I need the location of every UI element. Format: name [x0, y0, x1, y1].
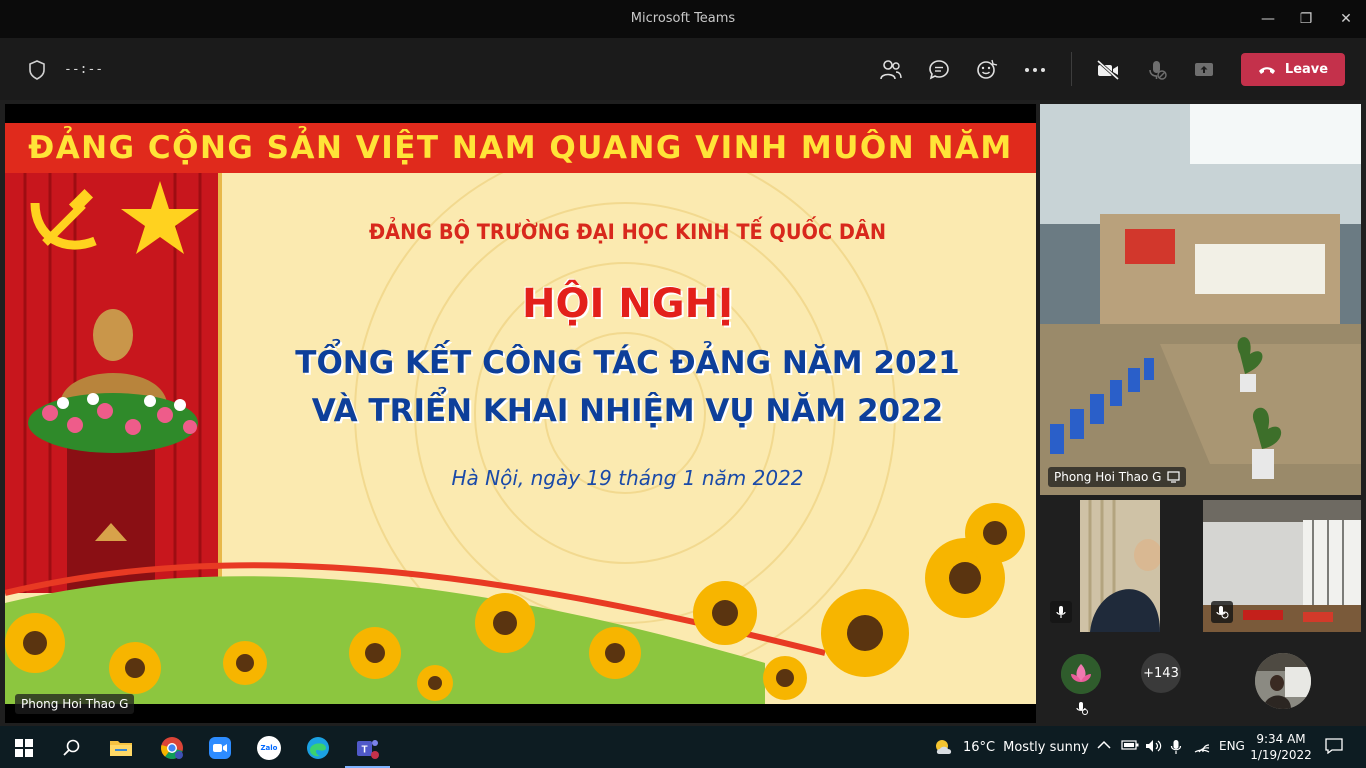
clock-date: 1/19/2022: [1250, 748, 1312, 762]
lotus-avatar-image: [1061, 654, 1101, 694]
language-indicator[interactable]: ENG: [1219, 739, 1245, 753]
participant-avatar[interactable]: [1255, 653, 1311, 709]
chrome-icon: [161, 737, 183, 759]
weather-widget[interactable]: 16°C Mostly sunny: [933, 738, 1089, 756]
folder-icon: [110, 741, 132, 756]
presenter-name-label: Phong Hoi Thao G: [15, 694, 135, 714]
notification-center-button[interactable]: [1325, 738, 1343, 757]
start-button[interactable]: [11, 735, 37, 761]
slide-title-line-2: VÀ TRIỂN KHAI NHIỆM VỤ NĂM 2022: [311, 393, 944, 429]
clock-time: 9:34 AM: [1256, 732, 1306, 746]
leave-button[interactable]: Leave: [1241, 53, 1345, 86]
mic-icon: [1056, 606, 1066, 618]
reactions-icon: [977, 59, 998, 79]
taskbar-zalo[interactable]: Zalo: [256, 735, 282, 761]
microphone-indicator[interactable]: [1170, 739, 1182, 758]
slide-heading: HỘI NGHỊ: [522, 281, 733, 327]
windows-logo-icon: [15, 739, 33, 757]
participant-video-tile[interactable]: [1080, 500, 1160, 632]
title-bar: Microsoft Teams — ❐ ✕: [0, 0, 1366, 38]
camera-off-icon: [1096, 59, 1120, 81]
windows-taskbar: Zalo T 16°C Mostly sunny ENG 9:34 AM 1/1…: [0, 726, 1366, 768]
mic-off-icon: [1216, 606, 1229, 619]
participants-button[interactable]: [877, 56, 905, 84]
taskbar-clock[interactable]: 9:34 AM 1/19/2022: [1248, 731, 1314, 763]
taskbar-edge[interactable]: [305, 735, 331, 761]
slide-canvas: ĐẢNG CỘNG SẢN VIỆT NAM QUANG VINH MUÔN N…: [5, 123, 1036, 704]
restore-button[interactable]: ❐: [1294, 8, 1318, 30]
participant-video-main[interactable]: Phong Hoi Thao G: [1040, 104, 1361, 495]
taskbar-file-explorer[interactable]: [108, 735, 134, 761]
zalo-icon: Zalo: [257, 736, 281, 760]
shared-screen-icon: [1167, 471, 1181, 483]
slide-organization: ĐẢNG BỘ TRƯỜNG ĐẠI HỌC KINH TẾ QUỐC DÂN: [368, 220, 887, 244]
taskbar-chrome[interactable]: [159, 735, 185, 761]
more-participants-button[interactable]: +143: [1141, 653, 1181, 693]
chevron-up-icon: [1097, 740, 1111, 749]
participant-mic-button[interactable]: [1050, 601, 1072, 623]
search-button[interactable]: [59, 735, 85, 761]
meeting-control-bar: --:-- Leave: [0, 38, 1366, 100]
meeting-stage: ĐẢNG CỘNG SẢN VIỆT NAM QUANG VINH MUÔN N…: [0, 100, 1366, 726]
slide-banner: ĐẢNG CỘNG SẢN VIỆT NAM QUANG VINH MUÔN N…: [5, 123, 1036, 173]
people-icon: [880, 60, 902, 80]
hang-up-icon: [1258, 66, 1275, 74]
share-icon: [1195, 63, 1213, 76]
more-actions-button[interactable]: [1021, 56, 1049, 84]
reactions-button[interactable]: [973, 56, 1001, 84]
shield-icon[interactable]: [28, 60, 46, 80]
more-icon: [1025, 68, 1045, 72]
slide-banner-text: ĐẢNG CỘNG SẢN VIỆT NAM QUANG VINH MUÔN N…: [28, 130, 1013, 166]
edge-icon: [307, 737, 329, 759]
toolbar-divider: [1071, 52, 1072, 86]
search-icon: [63, 739, 80, 756]
slide-title-line-1: TỔNG KẾT CÔNG TÁC ĐẢNG NĂM 2021: [295, 345, 960, 381]
svg-text:T: T: [361, 745, 367, 756]
battery-icon: [1121, 740, 1139, 750]
mic-icon: [1170, 740, 1182, 754]
taskbar-zoom[interactable]: [207, 735, 233, 761]
taskbar-teams[interactable]: T: [355, 735, 381, 761]
show-hidden-icons-button[interactable]: [1097, 739, 1111, 753]
shared-content[interactable]: ĐẢNG CỘNG SẢN VIỆT NAM QUANG VINH MUÔN N…: [5, 104, 1036, 723]
meeting-timer: --:--: [64, 62, 104, 77]
slide-date: Hà Nội, ngày 19 tháng 1 năm 2022: [451, 466, 804, 490]
participant-name-label: Phong Hoi Thao G: [1048, 467, 1187, 487]
camera-toggle-button[interactable]: [1094, 56, 1122, 84]
battery-indicator[interactable]: [1121, 739, 1139, 754]
sun-cloud-icon: [936, 740, 952, 754]
leave-button-label: Leave: [1284, 62, 1329, 77]
zoom-icon: [209, 737, 231, 759]
participant-avatar[interactable]: [1061, 654, 1101, 694]
teams-icon: T: [357, 740, 379, 759]
notification-icon: [1325, 738, 1343, 755]
chat-icon: [929, 60, 949, 80]
mic-off-icon: [1076, 702, 1088, 715]
person-video: [1080, 500, 1160, 632]
volume-indicator[interactable]: [1145, 739, 1163, 756]
speaker-icon: [1146, 740, 1162, 752]
conference-room-video: [1040, 104, 1361, 495]
wifi-icon: [1194, 744, 1210, 753]
network-indicator[interactable]: [1194, 739, 1210, 756]
close-button[interactable]: ✕: [1334, 8, 1358, 30]
mic-off-icon: [1149, 61, 1167, 80]
chat-button[interactable]: [925, 56, 953, 84]
weather-description: Mostly sunny: [1003, 739, 1089, 755]
participant-name-text: Phong Hoi Thao G: [1054, 470, 1162, 484]
window-title: Microsoft Teams: [630, 11, 736, 26]
share-screen-button[interactable]: [1190, 56, 1218, 84]
weather-temperature: 16°C: [963, 739, 996, 755]
room-avatar-image: [1255, 653, 1311, 709]
mic-toggle-button[interactable]: [1143, 56, 1171, 84]
participant-mic-button[interactable]: [1211, 601, 1233, 623]
minimize-button[interactable]: —: [1256, 8, 1280, 30]
